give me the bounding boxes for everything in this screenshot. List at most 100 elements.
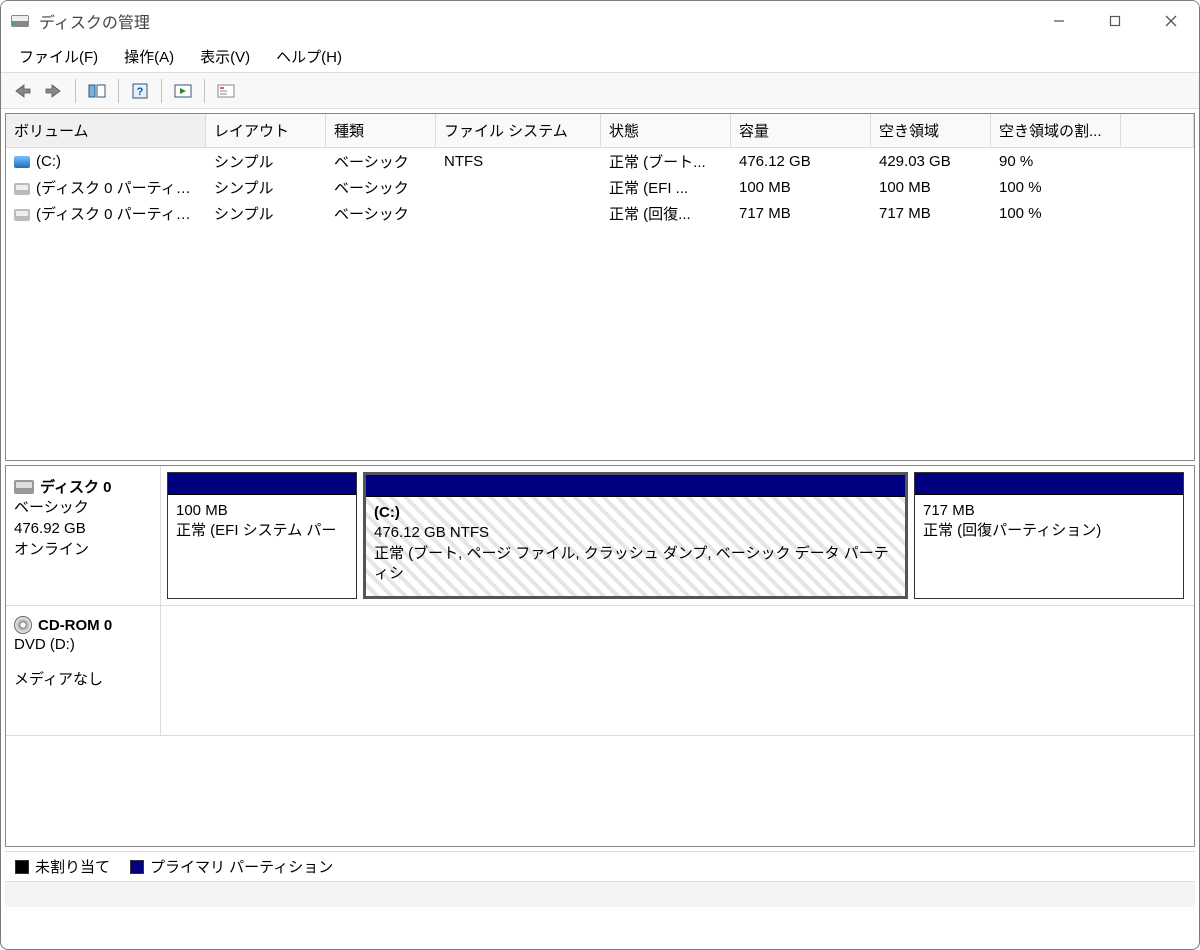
drive-icon	[14, 209, 30, 221]
show-hide-console-button[interactable]	[82, 77, 112, 105]
legend-unallocated: 未割り当て	[15, 856, 110, 877]
cdrom0-partitions	[161, 606, 1194, 735]
table-cell-type: ベーシック	[326, 149, 436, 174]
disk-info-cdrom0[interactable]: CD-ROM 0 DVD (D:) メディアなし	[6, 606, 161, 735]
table-cell-status: 正常 (回復...	[601, 201, 731, 226]
table-cell-capacity: 476.12 GB	[731, 151, 871, 172]
hdd-icon	[14, 480, 34, 494]
table-cell-free: 100 MB	[871, 177, 991, 198]
volume-name: (C:)	[36, 153, 61, 170]
table-cell-capacity: 717 MB	[731, 203, 871, 224]
partition-size: 717 MB	[923, 501, 1175, 521]
close-button[interactable]	[1143, 1, 1199, 41]
disk-status: オンライン	[14, 539, 152, 560]
partition-size: 100 MB	[176, 501, 348, 521]
cdrom-empty-area[interactable]	[167, 612, 1188, 729]
column-header-free-pct[interactable]: 空き領域の割...	[991, 114, 1121, 147]
disk-map-blank	[6, 736, 1194, 846]
partition[interactable]: (C:)476.12 GB NTFS正常 (ブート, ページ ファイル, クラッ…	[363, 472, 908, 599]
partition-status: 正常 (ブート, ページ ファイル, クラッシュ ダンプ, ベーシック データ …	[374, 544, 897, 585]
volume-list-body: (C:)シンプルベーシックNTFS正常 (ブート...476.12 GB429.…	[6, 148, 1194, 460]
table-cell-layout: シンプル	[206, 175, 326, 200]
table-cell-layout: シンプル	[206, 149, 326, 174]
column-header-spacer	[1121, 114, 1194, 147]
disk-capacity: 476.92 GB	[14, 518, 152, 539]
cdrom-status: メディアなし	[14, 669, 152, 690]
window-controls	[1031, 1, 1199, 41]
volume-name: (ディスク 0 パーティシ...	[36, 206, 203, 223]
column-header-layout[interactable]: レイアウト	[206, 114, 326, 147]
column-header-status[interactable]: 状態	[601, 114, 731, 147]
toolbar-separator	[204, 79, 205, 103]
svg-text:?: ?	[137, 86, 144, 98]
disk-map: ディスク 0 ベーシック 476.92 GB オンライン 100 MB正常 (E…	[5, 465, 1195, 847]
minimize-button[interactable]	[1031, 1, 1087, 41]
column-header-capacity[interactable]: 容量	[731, 114, 871, 147]
table-cell-layout: シンプル	[206, 201, 326, 226]
drive-icon	[14, 183, 30, 195]
maximize-button[interactable]	[1087, 1, 1143, 41]
blank-line	[14, 655, 152, 669]
table-cell-filesystem	[436, 185, 601, 189]
table-cell-status: 正常 (EFI ...	[601, 175, 731, 200]
partition-header	[366, 475, 905, 497]
help-button[interactable]: ?	[125, 77, 155, 105]
nav-forward-button[interactable]	[39, 77, 69, 105]
menu-view[interactable]: 表示(V)	[188, 42, 262, 71]
partition[interactable]: 100 MB正常 (EFI システム パー	[167, 472, 357, 599]
table-cell-volume: (C:)	[6, 151, 206, 172]
swatch-primary-icon	[130, 860, 144, 874]
toolbar-separator	[75, 79, 76, 103]
partition-title: (C:)	[374, 503, 897, 523]
statusbar	[5, 881, 1195, 907]
menu-help[interactable]: ヘルプ(H)	[264, 42, 354, 71]
legend: 未割り当て プライマリ パーティション	[5, 851, 1195, 881]
legend-primary: プライマリ パーティション	[130, 856, 333, 877]
volume-list-header: ボリューム レイアウト 種類 ファイル システム 状態 容量 空き領域 空き領域…	[6, 114, 1194, 148]
column-header-volume[interactable]: ボリューム	[6, 114, 206, 147]
toolbar-separator	[161, 79, 162, 103]
window-title: ディスクの管理	[39, 9, 1031, 33]
cdrom-icon	[14, 616, 32, 634]
table-cell-type: ベーシック	[326, 175, 436, 200]
volume-icon	[14, 156, 30, 168]
table-cell-filesystem	[436, 211, 601, 215]
legend-primary-label: プライマリ パーティション	[150, 856, 333, 877]
table-cell-type: ベーシック	[326, 201, 436, 226]
table-cell-free_pct: 100 %	[991, 177, 1121, 198]
partition-body: 100 MB正常 (EFI システム パー	[168, 495, 356, 598]
menu-action[interactable]: 操作(A)	[112, 42, 186, 71]
volume-list: ボリューム レイアウト 種類 ファイル システム 状態 容量 空き領域 空き領域…	[5, 113, 1195, 461]
column-header-free[interactable]: 空き領域	[871, 114, 991, 147]
swatch-unallocated-icon	[15, 860, 29, 874]
disk-row-cdrom0: CD-ROM 0 DVD (D:) メディアなし	[6, 606, 1194, 736]
disk-title-text: ディスク 0	[40, 476, 111, 497]
properties-button[interactable]	[211, 77, 241, 105]
table-row[interactable]: (ディスク 0 パーティシ...シンプルベーシック正常 (EFI ...100 …	[6, 174, 1194, 200]
volume-name: (ディスク 0 パーティシ...	[36, 180, 203, 197]
table-cell-capacity: 100 MB	[731, 177, 871, 198]
partition-header	[915, 473, 1183, 495]
nav-back-button[interactable]	[7, 77, 37, 105]
toolbar-separator	[118, 79, 119, 103]
cdrom-type: DVD (D:)	[14, 634, 152, 655]
column-header-type[interactable]: 種類	[326, 114, 436, 147]
table-row[interactable]: (ディスク 0 パーティシ...シンプルベーシック正常 (回復...717 MB…	[6, 200, 1194, 226]
refresh-button[interactable]	[168, 77, 198, 105]
partition[interactable]: 717 MB正常 (回復パーティション)	[914, 472, 1184, 599]
partition-status: 正常 (EFI システム パー	[176, 521, 348, 541]
table-cell-volume: (ディスク 0 パーティシ...	[6, 175, 206, 200]
legend-unallocated-label: 未割り当て	[35, 856, 110, 877]
table-cell-filesystem: NTFS	[436, 151, 601, 172]
table-cell-free: 717 MB	[871, 203, 991, 224]
table-cell-free_pct: 90 %	[991, 151, 1121, 172]
menu-file[interactable]: ファイル(F)	[7, 42, 110, 71]
disk-title-text: CD-ROM 0	[38, 617, 112, 634]
disk0-partitions: 100 MB正常 (EFI システム パー(C:)476.12 GB NTFS正…	[161, 466, 1194, 605]
table-row[interactable]: (C:)シンプルベーシックNTFS正常 (ブート...476.12 GB429.…	[6, 148, 1194, 174]
column-header-filesystem[interactable]: ファイル システム	[436, 114, 601, 147]
table-cell-volume: (ディスク 0 パーティシ...	[6, 201, 206, 226]
partition-body: (C:)476.12 GB NTFS正常 (ブート, ページ ファイル, クラッ…	[366, 497, 905, 596]
app-icon	[11, 13, 29, 29]
disk-info-disk0[interactable]: ディスク 0 ベーシック 476.92 GB オンライン	[6, 466, 161, 605]
